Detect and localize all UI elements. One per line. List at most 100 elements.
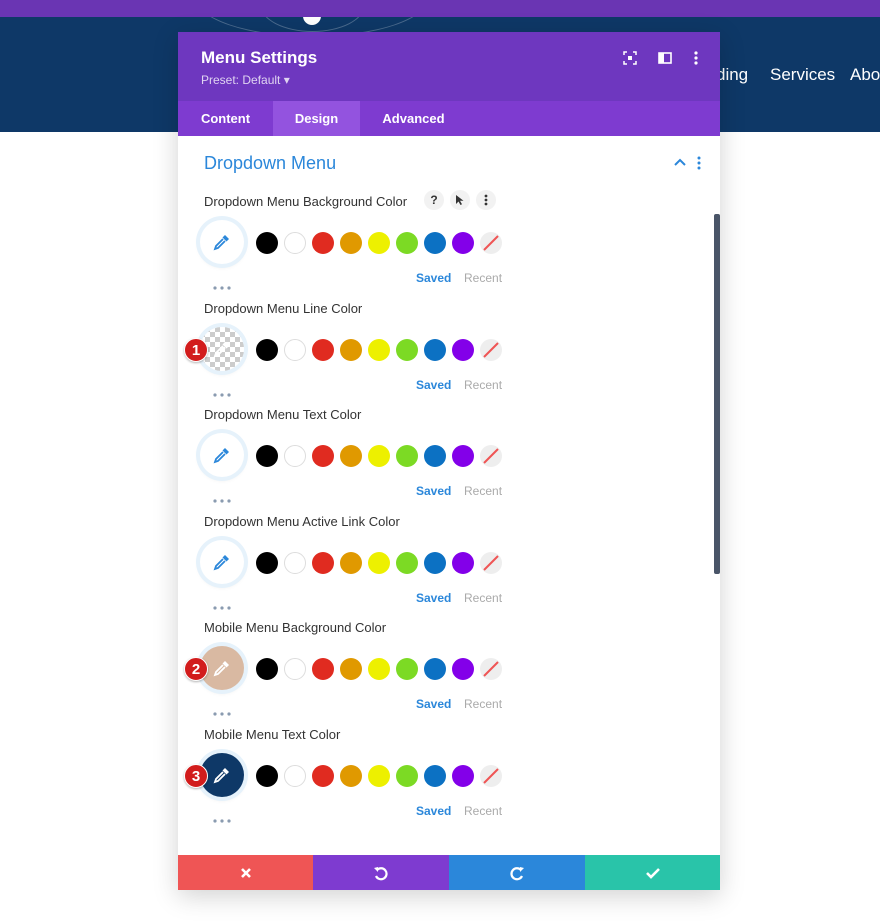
color-swatch[interactable]	[452, 445, 474, 467]
color-swatch[interactable]	[256, 445, 278, 467]
color-swatch[interactable]	[340, 551, 362, 574]
color-swatch[interactable]	[452, 764, 474, 787]
color-swatch[interactable]	[312, 232, 334, 254]
saved-colors-tab[interactable]: Saved	[416, 378, 451, 392]
color-swatch[interactable]	[284, 445, 306, 467]
recent-colors-tab[interactable]: Recent	[464, 378, 502, 392]
help-icon[interactable]: ?	[424, 190, 444, 210]
color-swatch[interactable]	[452, 232, 474, 254]
undo-button[interactable]	[313, 855, 449, 890]
saved-colors-tab[interactable]: Saved	[416, 804, 451, 818]
chevron-up-icon[interactable]	[674, 157, 686, 167]
save-button[interactable]	[585, 855, 720, 890]
tab-content[interactable]: Content	[178, 101, 273, 136]
color-swatch[interactable]	[284, 658, 306, 680]
color-picker-button[interactable]	[200, 539, 244, 584]
color-swatch[interactable]	[284, 764, 306, 787]
picker-more-icon[interactable]	[213, 703, 231, 716]
fullscreen-icon[interactable]	[622, 50, 638, 66]
more-options-icon[interactable]	[688, 50, 704, 66]
nav-link-services[interactable]: Services	[770, 65, 835, 85]
color-swatch[interactable]	[256, 232, 278, 254]
preset-selector[interactable]: Preset: Default ▾	[201, 73, 290, 87]
color-swatch[interactable]	[340, 445, 362, 467]
nav-link-about[interactable]: Abo	[850, 65, 880, 85]
color-swatch[interactable]	[452, 658, 474, 680]
menu-settings-modal: Menu Settings Preset: Default ▾ Content …	[178, 32, 720, 890]
tab-design[interactable]: Design	[273, 101, 360, 136]
color-swatch[interactable]	[424, 658, 446, 680]
split-view-icon[interactable]	[657, 50, 673, 66]
color-swatch-none[interactable]	[480, 551, 502, 574]
color-swatch[interactable]	[256, 658, 278, 680]
recent-colors-tab[interactable]: Recent	[464, 484, 502, 498]
color-swatch[interactable]	[284, 232, 306, 254]
color-swatch[interactable]	[284, 551, 306, 574]
color-swatch-none[interactable]	[480, 232, 502, 254]
picker-more-icon[interactable]	[213, 384, 231, 397]
saved-colors-tab[interactable]: Saved	[416, 697, 451, 711]
color-swatch[interactable]	[368, 338, 390, 361]
eyedropper-icon	[213, 661, 229, 677]
color-swatch[interactable]	[256, 338, 278, 361]
color-swatch[interactable]	[312, 658, 334, 680]
saved-colors-tab[interactable]: Saved	[416, 271, 451, 285]
color-swatch[interactable]	[424, 764, 446, 787]
more-icon[interactable]	[476, 190, 496, 210]
color-swatch[interactable]	[284, 338, 306, 361]
color-swatch[interactable]	[256, 551, 278, 574]
picker-more-icon[interactable]	[213, 277, 231, 290]
color-swatch[interactable]	[256, 764, 278, 787]
color-swatch[interactable]	[312, 764, 334, 787]
color-swatch[interactable]	[340, 232, 362, 254]
color-swatch[interactable]	[312, 338, 334, 361]
color-swatch-none[interactable]	[480, 445, 502, 467]
color-swatch[interactable]	[368, 445, 390, 467]
color-swatch-none[interactable]	[480, 338, 502, 361]
nav-link-partial[interactable]: ding	[716, 65, 748, 85]
color-swatch[interactable]	[368, 232, 390, 254]
saved-colors-tab[interactable]: Saved	[416, 591, 451, 605]
cancel-button[interactable]	[178, 855, 313, 890]
color-swatch[interactable]	[396, 232, 418, 254]
color-swatch[interactable]	[312, 445, 334, 467]
color-swatch[interactable]	[452, 551, 474, 574]
section-title[interactable]: Dropdown Menu	[204, 153, 336, 174]
color-swatch[interactable]	[368, 764, 390, 787]
color-swatch[interactable]	[396, 445, 418, 467]
step-badge: 1	[184, 337, 208, 362]
pointer-icon[interactable]	[450, 190, 470, 210]
picker-more-icon[interactable]	[213, 597, 231, 610]
color-picker-button[interactable]	[200, 220, 244, 264]
saved-colors-tab[interactable]: Saved	[416, 484, 451, 498]
modal-tabs: Content Design Advanced	[178, 101, 720, 136]
color-swatch[interactable]	[340, 338, 362, 361]
color-swatch[interactable]	[396, 338, 418, 361]
recent-colors-tab[interactable]: Recent	[464, 804, 502, 818]
color-swatch[interactable]	[396, 764, 418, 787]
recent-colors-tab[interactable]: Recent	[464, 591, 502, 605]
recent-colors-tab[interactable]: Recent	[464, 271, 502, 285]
color-swatch-none[interactable]	[480, 764, 502, 787]
color-swatch[interactable]	[424, 232, 446, 254]
color-swatch[interactable]	[424, 445, 446, 467]
picker-more-icon[interactable]	[213, 490, 231, 503]
redo-button[interactable]	[449, 855, 585, 890]
picker-more-icon[interactable]	[213, 810, 231, 823]
setting-row: Dropdown Menu Line Color 1 Saved Recent	[178, 301, 720, 407]
color-swatch[interactable]	[368, 551, 390, 574]
color-swatch[interactable]	[396, 551, 418, 574]
color-swatch[interactable]	[340, 764, 362, 787]
color-swatch[interactable]	[396, 658, 418, 680]
tab-advanced[interactable]: Advanced	[360, 101, 467, 136]
color-swatch[interactable]	[424, 338, 446, 361]
color-swatch[interactable]	[312, 551, 334, 574]
section-more-icon[interactable]	[697, 156, 701, 170]
color-swatch[interactable]	[424, 551, 446, 574]
recent-colors-tab[interactable]: Recent	[464, 697, 502, 711]
color-picker-button[interactable]	[200, 433, 244, 477]
color-swatch-none[interactable]	[480, 658, 502, 680]
color-swatch[interactable]	[340, 658, 362, 680]
color-swatch[interactable]	[368, 658, 390, 680]
color-swatch[interactable]	[452, 338, 474, 361]
